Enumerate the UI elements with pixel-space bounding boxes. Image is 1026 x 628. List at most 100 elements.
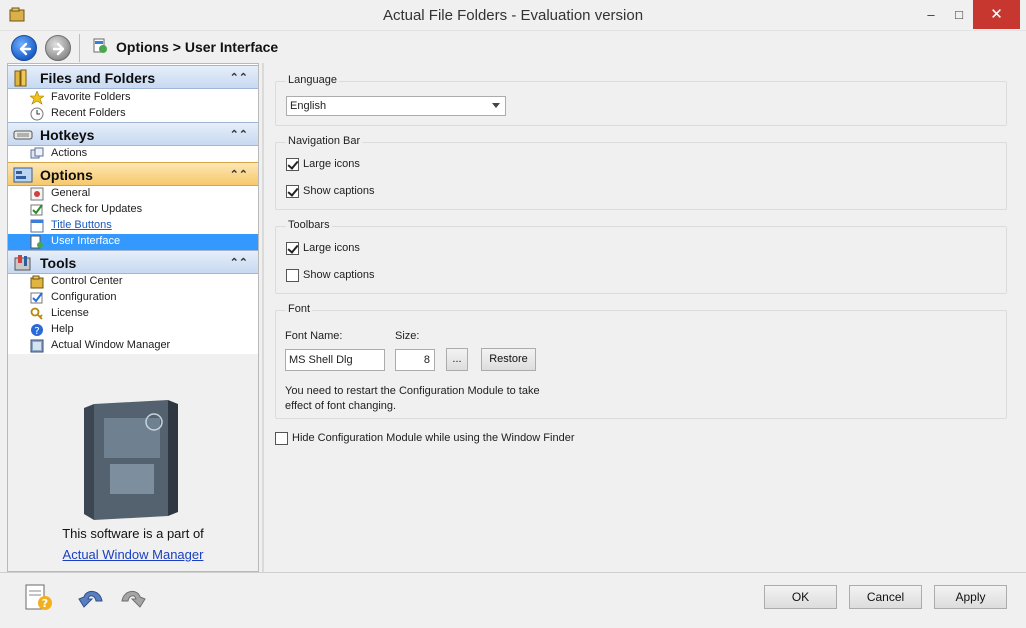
navigation-bar-group-title: Navigation Bar: [286, 135, 363, 147]
chevron-down-icon: [492, 103, 500, 108]
window-title: Actual File Folders - Evaluation version: [382, 7, 644, 24]
tree-item-label: Favorite Folders: [51, 91, 131, 103]
navigation-bar-group: Navigation Bar: [275, 135, 1007, 210]
group-files-and-folders[interactable]: Files and Folders ⌃⌃: [8, 65, 258, 89]
help-document-icon[interactable]: ?: [22, 583, 54, 613]
language-group-title: Language: [286, 74, 339, 86]
tree-item-general[interactable]: General: [8, 186, 258, 202]
svg-text:?: ?: [42, 597, 48, 610]
title-buttons-icon: [30, 219, 44, 233]
tree-item-check-for-updates[interactable]: Check for Updates: [8, 202, 258, 218]
folders-icon: [14, 69, 27, 87]
restore-button[interactable]: Restore: [481, 348, 536, 371]
breadcrumb: Options > User Interface: [116, 39, 279, 55]
tree-item-license[interactable]: License: [8, 306, 258, 322]
checkbox-box[interactable]: [286, 269, 299, 282]
group-title: Options: [40, 167, 93, 183]
svg-text:?: ?: [34, 326, 39, 337]
back-button[interactable]: [11, 35, 37, 61]
collapse-chevron-icon[interactable]: ⌃⌃: [230, 71, 248, 84]
update-icon: [30, 204, 43, 216]
tree-item-help[interactable]: ? Help: [8, 322, 258, 338]
tree-item-label: Actual Window Manager: [51, 339, 171, 351]
tree-item-label: Title Buttons: [51, 219, 112, 231]
left-panel: Files and Folders ⌃⌃ Favorite Folders Re…: [7, 63, 259, 572]
toolbars-group-title: Toolbars: [286, 219, 332, 231]
tree-item-label: Control Center: [51, 275, 123, 287]
license-icon: [30, 307, 43, 320]
font-name-label: Font Name:: [285, 330, 343, 342]
tree-item-title-buttons[interactable]: Title Buttons: [8, 218, 258, 234]
collapse-chevron-icon[interactable]: ⌃⌃: [230, 256, 248, 269]
navigation-bar: Options > User Interface: [0, 31, 1026, 63]
promo-link[interactable]: Actual Window Manager: [8, 547, 258, 562]
back-arrow-icon: [19, 42, 32, 56]
product-box-image[interactable]: [84, 398, 180, 522]
group-hotkeys[interactable]: Hotkeys ⌃⌃: [8, 122, 258, 146]
checkbox-box[interactable]: [286, 158, 299, 171]
checkbox-label: Show captions: [303, 269, 375, 281]
tree-item-actions[interactable]: Actions: [8, 146, 258, 162]
tree-item-recent-folders[interactable]: Recent Folders: [8, 106, 258, 122]
collapse-chevron-icon[interactable]: ⌃⌃: [230, 128, 248, 141]
checkbox-label: Show captions: [303, 185, 375, 197]
font-browse-button[interactable]: ...: [446, 348, 468, 371]
font-group-title: Font: [286, 303, 313, 315]
font-name-field[interactable]: MS Shell Dlg: [285, 349, 385, 371]
checkbox-label: Large icons: [303, 242, 360, 254]
window-manager-icon: [30, 339, 44, 353]
tree-item-favorite-folders[interactable]: Favorite Folders: [8, 90, 258, 106]
tree-item-label: Configuration: [51, 291, 117, 303]
user-interface-icon: [93, 38, 107, 53]
cancel-button[interactable]: Cancel: [849, 585, 922, 609]
checkbox-box[interactable]: [286, 242, 299, 255]
font-name-value: MS Shell Dlg: [289, 354, 353, 366]
redo-icon[interactable]: [116, 583, 148, 613]
font-size-label: Size:: [395, 330, 420, 342]
close-button[interactable]: ✕: [973, 0, 1020, 29]
group-options[interactable]: Options ⌃⌃: [8, 162, 258, 186]
keyboard-icon: [13, 130, 33, 140]
clock-icon: [30, 107, 44, 121]
minimize-button[interactable]: –: [917, 0, 945, 29]
title-bar: Actual File Folders - Evaluation version…: [0, 0, 1026, 31]
tree-item-label: Help: [51, 323, 74, 335]
font-size-value: 8: [423, 354, 430, 366]
group-title: Hotkeys: [40, 127, 95, 143]
tree-item-configuration[interactable]: Configuration: [8, 290, 258, 306]
tree-item-label: License: [51, 307, 89, 319]
settings-content: Language English Navigation Bar Large ic…: [266, 63, 1019, 572]
user-interface-icon: [30, 235, 43, 249]
promo-text: This software is a part of: [62, 526, 204, 541]
tree-item-actual-window-manager[interactable]: Actual Window Manager: [8, 338, 258, 354]
tree-item-label: User Interface: [51, 235, 121, 247]
tools-icon: [14, 255, 31, 271]
group-title: Files and Folders: [40, 70, 156, 86]
configuration-icon: [30, 292, 43, 304]
group-tools[interactable]: Tools ⌃⌃: [8, 250, 258, 274]
checkbox-label: Large icons: [303, 158, 360, 170]
apply-button[interactable]: Apply: [934, 585, 1007, 609]
maximize-button[interactable]: □: [945, 0, 973, 29]
tree-item-label: Recent Folders: [51, 107, 126, 119]
toolbars-group: Toolbars: [275, 219, 1007, 294]
checkbox-box[interactable]: [275, 432, 288, 445]
ok-button[interactable]: OK: [764, 585, 837, 609]
undo-icon[interactable]: [76, 583, 108, 613]
tree-item-label: Check for Updates: [51, 203, 143, 215]
language-select[interactable]: English: [286, 96, 506, 116]
checkbox-box[interactable]: [286, 185, 299, 198]
font-size-field[interactable]: 8: [395, 349, 435, 371]
font-restart-note: You need to restart the Configuration Mo…: [285, 385, 540, 412]
help-icon: ?: [31, 324, 43, 337]
star-icon: [30, 91, 44, 105]
tree-item-user-interface[interactable]: User Interface: [8, 234, 258, 250]
navigation-tree: Files and Folders ⌃⌃ Favorite Folders Re…: [8, 64, 258, 354]
nav-separator: [79, 34, 80, 62]
dialog-footer: ? OK Cancel Apply: [0, 572, 1026, 628]
panel-splitter[interactable]: [262, 63, 264, 572]
collapse-chevron-icon[interactable]: ⌃⌃: [230, 168, 248, 181]
tree-item-control-center[interactable]: Control Center: [8, 274, 258, 290]
tree-item-label: General: [51, 187, 91, 199]
forward-button[interactable]: [45, 35, 71, 61]
